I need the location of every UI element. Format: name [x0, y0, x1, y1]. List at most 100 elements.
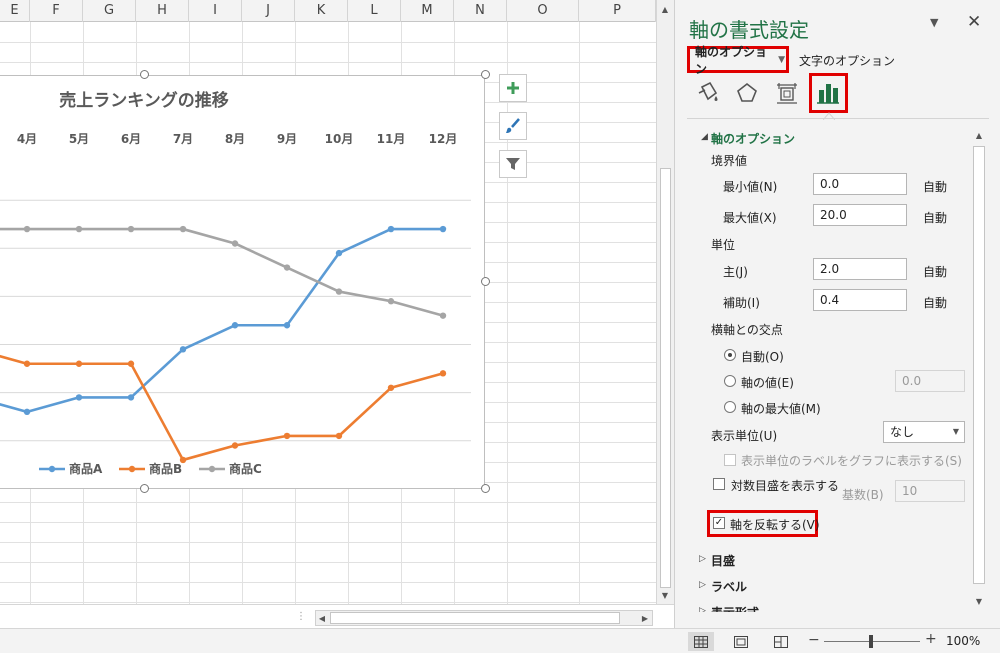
axis-options-icon[interactable] — [813, 79, 843, 107]
show-units-label-checkbox[interactable] — [724, 454, 736, 466]
column-header-k[interactable]: K — [295, 0, 348, 22]
sheet-vertical-scrollbar[interactable]: ▲ ▼ — [656, 0, 674, 604]
min-auto-button[interactable]: 自動 — [923, 178, 947, 195]
normal-view-icon[interactable] — [688, 632, 714, 651]
minor-value-input[interactable]: 0.4 — [813, 289, 907, 311]
grid-row-line — [0, 42, 656, 43]
scroll-up-icon[interactable]: ▲ — [971, 128, 987, 142]
legend-marker — [208, 465, 216, 473]
scroll-thumb[interactable] — [973, 146, 985, 584]
close-icon[interactable]: ✕ — [967, 12, 981, 32]
column-header-m[interactable]: M — [401, 0, 454, 22]
filter-icon — [506, 158, 520, 170]
reverse-axis-label[interactable]: 軸を反転する(V) — [730, 516, 820, 533]
data-point — [387, 225, 395, 233]
collapsed-triangle-icon[interactable]: ▷ — [699, 606, 706, 612]
units-label: 単位 — [711, 238, 736, 252]
radio-auto[interactable] — [724, 349, 736, 361]
resize-handle[interactable] — [481, 277, 490, 286]
radio-auto-label[interactable]: 自動(O) — [741, 348, 784, 365]
resize-handle[interactable] — [140, 484, 149, 493]
log-scale-label[interactable]: 対数目盛を表示する — [731, 477, 839, 494]
column-header-h[interactable]: H — [136, 0, 189, 22]
resize-handle[interactable] — [140, 70, 149, 79]
radio-axis-max-label[interactable]: 軸の最大値(M) — [741, 400, 821, 417]
major-value-input[interactable]: 2.0 — [813, 258, 907, 280]
section-number[interactable]: 表示形式 — [711, 604, 759, 612]
display-units-select[interactable]: なし ▼ — [883, 421, 965, 443]
scroll-down-icon[interactable]: ▼ — [657, 588, 673, 602]
page-layout-view-icon[interactable] — [728, 632, 754, 651]
data-point — [231, 240, 239, 247]
scroll-down-icon[interactable]: ▼ — [971, 594, 987, 608]
collapsed-triangle-icon[interactable]: ▷ — [699, 554, 706, 564]
pane-menu-icon[interactable]: ▼ — [930, 16, 938, 29]
column-header-i[interactable]: I — [189, 0, 242, 22]
column-header-l[interactable]: L — [348, 0, 401, 22]
size-properties-icon[interactable] — [772, 79, 802, 107]
chart-styles-button[interactable] — [499, 112, 527, 140]
expanded-triangle-icon[interactable]: ◢ — [701, 132, 708, 142]
x-tick-label: 6月 — [121, 132, 141, 146]
data-point — [23, 360, 31, 367]
tab-axis-options[interactable]: 軸のオプション ▼ — [689, 45, 785, 76]
line-chart[interactable]: 売上ランキングの推移 4月 5月 6月 7月 8月 9月 10月 11月 12月 商品A 商品B 商品C — [0, 75, 485, 489]
resize-handle[interactable] — [481, 70, 490, 79]
zoom-slider-thumb[interactable] — [869, 635, 873, 648]
radio-axis-value-label[interactable]: 軸の値(E) — [741, 374, 794, 391]
column-header-p[interactable]: P — [579, 0, 656, 22]
x-tick-label: 4月 — [17, 132, 37, 146]
section-tick-marks[interactable]: 目盛 — [711, 552, 735, 569]
worksheet[interactable]: E F G H I J K L M N O P 売上ランキングの推移 4月 5月 6月… — [0, 0, 656, 604]
pane-vertical-scrollbar[interactable]: ▲ ▼ — [971, 126, 987, 612]
radio-axis-value[interactable] — [724, 375, 736, 387]
minor-auto-button[interactable]: 自動 — [923, 294, 947, 311]
column-header-e[interactable]: E — [0, 0, 30, 22]
section-labels[interactable]: ラベル — [711, 578, 747, 595]
zoom-level[interactable]: 100% — [946, 634, 980, 648]
radio-axis-max[interactable] — [724, 401, 736, 413]
splitter-icon[interactable]: ⋮ — [296, 611, 306, 622]
data-point — [23, 225, 31, 233]
section-axis-options[interactable]: 軸のオプション — [711, 130, 795, 147]
max-auto-button[interactable]: 自動 — [923, 209, 947, 226]
chart-filters-button[interactable] — [499, 150, 527, 178]
log-scale-checkbox[interactable] — [713, 478, 725, 490]
axis-value-input[interactable]: 0.0 — [895, 370, 965, 392]
effects-icon[interactable] — [732, 79, 762, 107]
data-point — [439, 312, 447, 319]
base-value-input[interactable]: 10 — [895, 480, 965, 502]
zoom-out-icon[interactable]: − — [808, 632, 820, 648]
reverse-axis-checkbox[interactable]: ✓ — [713, 517, 725, 529]
scroll-thumb[interactable] — [330, 612, 620, 624]
data-point — [127, 360, 135, 367]
data-point — [387, 384, 395, 391]
column-header-o[interactable]: O — [507, 0, 579, 22]
scroll-left-icon[interactable]: ◀ — [315, 611, 329, 625]
series-line — [0, 227, 443, 414]
display-units-label: 表示単位(U) — [711, 429, 778, 443]
column-header-g[interactable]: G — [83, 0, 136, 22]
column-header-n[interactable]: N — [454, 0, 507, 22]
scroll-right-icon[interactable]: ▶ — [638, 611, 652, 625]
column-header-f[interactable]: F — [30, 0, 83, 22]
chart-elements-button[interactable] — [499, 74, 527, 102]
series-line — [0, 227, 444, 317]
data-point — [335, 288, 343, 295]
column-header-j[interactable]: J — [242, 0, 295, 22]
min-value-input[interactable]: 0.0 — [813, 173, 907, 195]
zoom-in-icon[interactable]: + — [925, 631, 937, 647]
collapsed-triangle-icon[interactable]: ▷ — [699, 580, 706, 590]
scroll-thumb[interactable] — [660, 168, 671, 588]
grid-row-line — [0, 502, 656, 503]
tab-text-options[interactable]: 文字のオプション — [799, 52, 895, 69]
data-point — [335, 249, 343, 257]
sheet-horizontal-scrollbar[interactable]: ◀ ▶ — [315, 610, 653, 626]
grid-row-line — [0, 542, 656, 543]
major-auto-button[interactable]: 自動 — [923, 263, 947, 280]
page-break-view-icon[interactable] — [768, 632, 794, 651]
max-value-input[interactable]: 20.0 — [813, 204, 907, 226]
scroll-up-icon[interactable]: ▲ — [657, 2, 673, 16]
fill-line-icon[interactable] — [693, 79, 723, 107]
resize-handle[interactable] — [481, 484, 490, 493]
